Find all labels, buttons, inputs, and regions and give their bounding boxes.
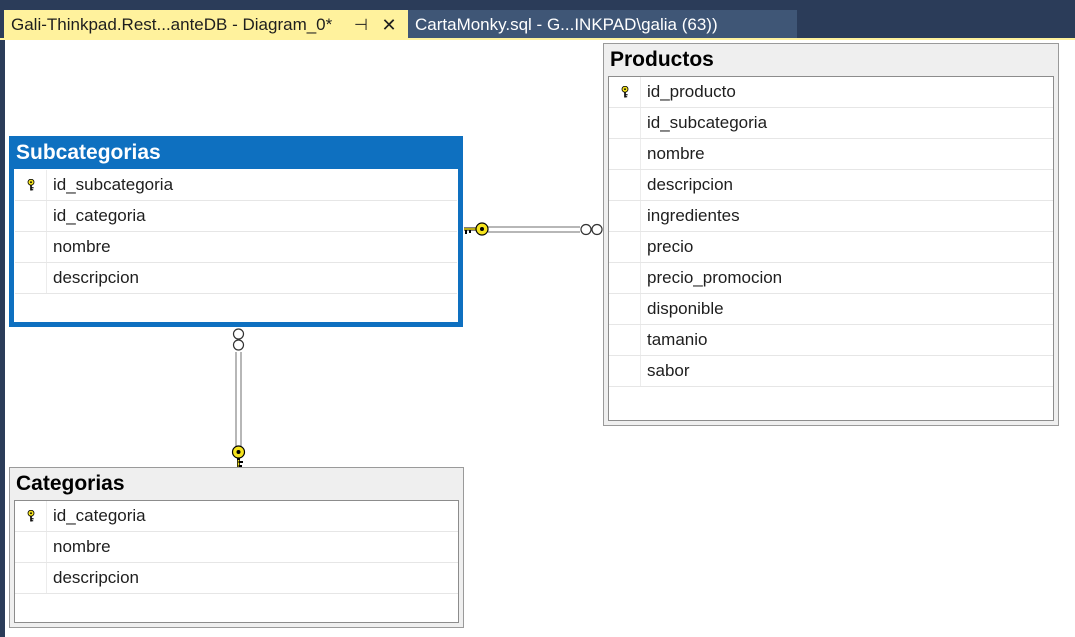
row-selector[interactable] (609, 232, 641, 262)
column-row[interactable]: id_producto (609, 77, 1053, 108)
column-name: nombre (647, 144, 705, 163)
column-name: id_producto (647, 82, 736, 101)
primary-key-icon (621, 86, 628, 98)
relationship-subcategorias-productos[interactable] (464, 222, 603, 236)
left-frame-strip (0, 40, 5, 637)
tab-cartamonky-label: CartaMonky.sql - G...INKPAD\galia (63)) (415, 15, 718, 34)
tab-diagram-label: Gali-Thinkpad.Rest...anteDB - Diagram_0* (11, 15, 333, 34)
column-row[interactable]: id_categoria (15, 501, 458, 532)
row-selector[interactable] (15, 532, 47, 562)
one-end-key-icon (231, 445, 246, 467)
document-tab-bar: Gali-Thinkpad.Rest...anteDB - Diagram_0*… (0, 0, 1075, 40)
row-selector[interactable] (609, 325, 641, 355)
active-tab-accent (0, 38, 1075, 40)
column-row[interactable]: nombre (609, 139, 1053, 170)
tab-diagram[interactable]: Gali-Thinkpad.Rest...anteDB - Diagram_0*… (4, 10, 408, 40)
row-selector[interactable] (609, 294, 641, 324)
column-name: tamanio (647, 330, 708, 349)
row-selector[interactable] (15, 232, 47, 262)
column-row[interactable]: descripcion (609, 170, 1053, 201)
row-selector[interactable] (609, 170, 641, 200)
column-name: descripcion (53, 268, 139, 287)
column-row[interactable]: precio (609, 232, 1053, 263)
row-selector[interactable] (609, 108, 641, 138)
one-end-key-icon (464, 222, 489, 236)
column-name: id_subcategoria (647, 113, 768, 132)
row-selector[interactable] (609, 263, 641, 293)
row-selector[interactable] (609, 77, 641, 107)
column-name: precio (647, 237, 694, 256)
column-row[interactable]: nombre (15, 532, 458, 563)
column-name: id_subcategoria (53, 175, 174, 194)
column-row[interactable]: id_subcategoria (609, 108, 1053, 139)
column-name: sabor (647, 361, 690, 380)
table-productos[interactable]: Productos id_producto id_subcategoria no… (603, 43, 1059, 426)
column-row[interactable]: tamanio (609, 325, 1053, 356)
column-row[interactable]: precio_promocion (609, 263, 1053, 294)
column-name: descripcion (647, 175, 733, 194)
table-categorias[interactable]: Categorias id_categoria nombre descripci… (9, 467, 464, 628)
column-row[interactable]: ingredientes (609, 201, 1053, 232)
column-name: id_categoria (53, 506, 146, 525)
column-row[interactable]: disponible (609, 294, 1053, 325)
column-grid: id_subcategoria id_categoria nombre desc… (14, 169, 458, 322)
column-row[interactable]: nombre (15, 232, 457, 263)
column-grid: id_producto id_subcategoria nombre descr… (608, 76, 1054, 421)
column-name: descripcion (53, 568, 139, 587)
row-selector[interactable] (15, 501, 47, 531)
row-selector[interactable] (609, 356, 641, 386)
column-name: precio_promocion (647, 268, 783, 287)
column-row[interactable]: sabor (609, 356, 1053, 387)
column-name: nombre (53, 537, 111, 556)
row-selector[interactable] (15, 263, 47, 293)
tab-cartamonky-sql[interactable]: CartaMonky.sql - G...INKPAD\galia (63)) (408, 10, 797, 40)
column-row[interactable]: descripcion (15, 563, 458, 594)
primary-key-icon (27, 179, 34, 191)
table-title[interactable]: Categorias (16, 472, 125, 496)
table-subcategorias[interactable]: Subcategorias id_subcategoria id_categor… (9, 136, 463, 327)
row-selector[interactable] (15, 563, 47, 593)
table-title[interactable]: Subcategorias (16, 141, 161, 165)
relationship-categorias-subcategorias[interactable] (231, 328, 246, 467)
column-name: ingredientes (647, 206, 740, 225)
pin-icon[interactable]: ⊣ (350, 10, 372, 40)
column-name: id_categoria (53, 206, 146, 225)
column-grid: id_categoria nombre descripcion (14, 500, 459, 623)
primary-key-icon (27, 510, 34, 522)
column-name: disponible (647, 299, 724, 318)
row-selector[interactable] (15, 201, 47, 231)
table-title[interactable]: Productos (610, 48, 714, 72)
row-selector[interactable] (609, 139, 641, 169)
close-icon[interactable]: ✕ (377, 10, 401, 40)
row-selector[interactable] (609, 201, 641, 231)
column-row[interactable]: id_categoria (15, 201, 457, 232)
many-end-infinity-icon (232, 328, 245, 351)
many-end-infinity-icon (580, 223, 603, 236)
column-row[interactable]: id_subcategoria (15, 170, 457, 201)
row-selector[interactable] (15, 170, 47, 200)
column-name: nombre (53, 237, 111, 256)
column-row[interactable]: descripcion (15, 263, 457, 294)
